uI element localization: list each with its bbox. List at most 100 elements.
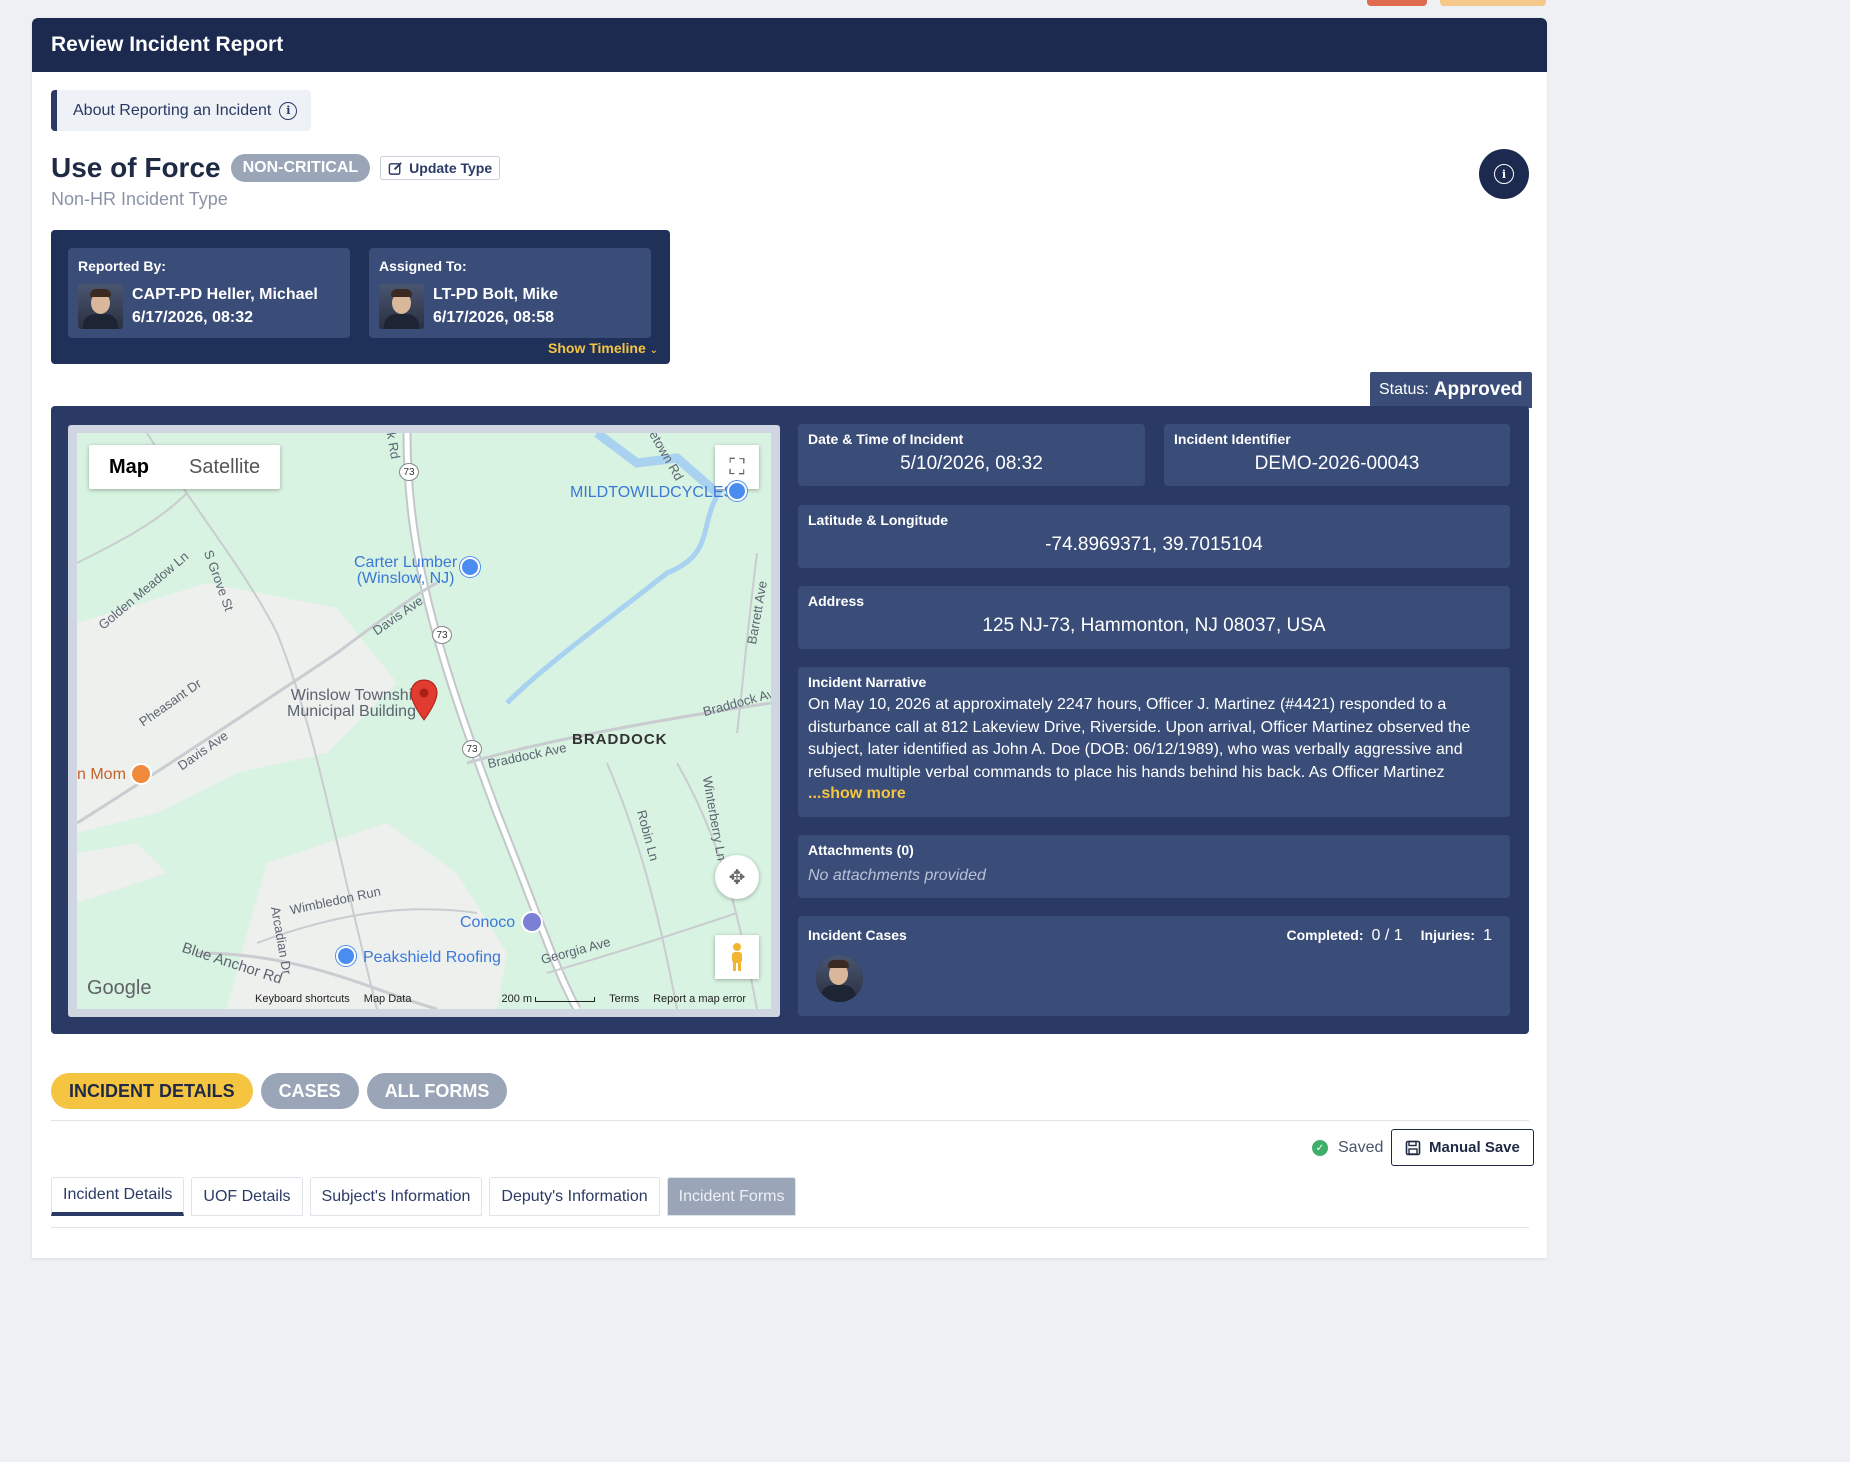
map-scale-label: 200 m [501, 993, 533, 1005]
route-73-shield: 73 [399, 463, 419, 481]
assigned-to-card: Assigned To: LT-PD Bolt, Mike 6/17/2026,… [369, 248, 651, 338]
pill-cases[interactable]: CASES [260, 1073, 359, 1109]
completed-value: 0 / 1 [1371, 927, 1403, 944]
reported-by-card: Reported By: CAPT-PD Heller, Michael 6/1… [68, 248, 350, 338]
latlng-value: -74.8969371, 39.7015104 [1045, 534, 1263, 555]
datetime-value: 5/10/2026, 08:32 [900, 453, 1043, 474]
incident-type: Use of Force [51, 152, 221, 183]
map-label-carter-line2: (Winslow, NJ) [356, 570, 455, 587]
show-more-link[interactable]: ...show more [808, 785, 1500, 803]
top-action-button-red[interactable] [1367, 0, 1427, 6]
route-73-shield: 73 [462, 740, 482, 758]
identifier-value: DEMO-2026-00043 [1254, 453, 1420, 474]
subtabs-underline [51, 1227, 1529, 1228]
card-header: Review Incident Report [32, 18, 1547, 72]
case-stats: Completed: 0 / 1 Injuries: 1 [1286, 927, 1492, 945]
map-label-mildtowild: MILDTOWILDCYCLES [570, 484, 735, 501]
map-type-satellite[interactable]: Satellite [169, 445, 280, 489]
field-incident-cases: Incident Cases Completed: 0 / 1 Injuries… [798, 916, 1510, 1016]
manual-save-button[interactable]: Manual Save [1391, 1129, 1534, 1166]
show-timeline-link[interactable]: Show Timeline ⌄ [548, 340, 658, 356]
field-datetime: Date & Time of Incident 5/10/2026, 08:32 [798, 424, 1145, 486]
manual-save-label: Manual Save [1429, 1139, 1520, 1156]
top-action-button-orange[interactable] [1440, 0, 1546, 6]
narrative-text: On May 10, 2026 at approximately 2247 ho… [808, 696, 1471, 782]
tab-incident-details[interactable]: Incident Details [51, 1177, 185, 1216]
injuries-value: 1 [1483, 927, 1492, 944]
reporter-datetime: 6/17/2026, 08:32 [132, 309, 253, 326]
incident-title-row: Use of Force NON-CRITICAL Update Type [51, 152, 501, 184]
map-label-conoco: Conoco [460, 914, 516, 931]
assignee-avatar [379, 283, 424, 329]
map-type-toggle: Map Satellite [89, 445, 281, 489]
info-icon: i [1494, 164, 1514, 184]
status-value: Approved [1433, 379, 1523, 400]
map-label-winslow-line2: Municipal Building [287, 703, 416, 720]
tab-deputys-information[interactable]: Deputy's Information [489, 1177, 660, 1216]
attachments-empty: No attachments provided [808, 867, 986, 884]
assignee-name: LT-PD Bolt, Mike [433, 286, 559, 303]
status-label: Status: [1379, 381, 1429, 398]
report-map-error-link[interactable]: Report a map error [653, 993, 746, 1005]
pill-incident-details[interactable]: INCIDENT DETAILS [51, 1073, 253, 1109]
gas-station-icon[interactable] [521, 911, 543, 933]
incident-subtype: Non-HR Incident Type [51, 189, 228, 209]
tab-uof-details[interactable]: UOF Details [191, 1177, 303, 1216]
address-label: Address [808, 593, 865, 609]
incident-main-panel: Map Satellite ⛶ ✥ MILDTOWILDCYCLES Carte… [51, 406, 1529, 1034]
status-tab: Status: Approved [1368, 370, 1534, 408]
reported-by-label: Reported By: [78, 258, 166, 274]
assigned-to-label: Assigned To: [379, 258, 467, 274]
top-strip [0, 0, 1568, 18]
info-fab-button[interactable]: i [1479, 149, 1529, 199]
case-avatar[interactable] [816, 955, 863, 1002]
map-type-map[interactable]: Map [89, 445, 169, 489]
saved-indicator: ✓ Saved [1312, 1139, 1383, 1157]
reporter-name: CAPT-PD Heller, Michael [132, 286, 318, 303]
poi-shopping-icon[interactable] [336, 946, 356, 966]
poi-shopping-icon[interactable] [727, 481, 747, 501]
update-type-button[interactable]: Update Type [380, 156, 501, 180]
map-label-winslow: Winslow Townshi Municipal Building [287, 688, 416, 720]
field-identifier: Incident Identifier DEMO-2026-00043 [1164, 424, 1510, 486]
map-scale: 200 m [501, 993, 596, 1005]
datetime-label: Date & Time of Incident [808, 431, 964, 447]
map-label-peakshield: Peakshield Roofing [363, 949, 501, 966]
map-label-braddock: BRADDOCK [572, 731, 668, 748]
route-73-shield: 73 [432, 626, 452, 644]
street-view-pegman-icon[interactable] [715, 935, 759, 979]
reporter-avatar [78, 283, 123, 329]
saved-label: Saved [1338, 1139, 1384, 1156]
map-data-link[interactable]: Map Data [364, 993, 412, 1005]
restaurant-icon[interactable] [130, 763, 152, 785]
map-label-winslow-line1: Winslow Townshi [290, 687, 413, 704]
page-title: Review Incident Report [51, 33, 284, 56]
field-attachments: Attachments (0) No attachments provided [798, 835, 1510, 898]
incident-map[interactable]: Map Satellite ⛶ ✥ MILDTOWILDCYCLES Carte… [77, 433, 771, 1009]
field-latlng: Latitude & Longitude -74.8969371, 39.701… [798, 505, 1510, 568]
detail-subtabs: Incident Details UOF Details Subject's I… [51, 1177, 797, 1216]
people-panel: Reported By: CAPT-PD Heller, Michael 6/1… [51, 230, 670, 364]
poi-shopping-icon[interactable] [460, 557, 480, 577]
field-address: Address 125 NJ-73, Hammonton, NJ 08037, … [798, 586, 1510, 649]
pill-all-forms[interactable]: ALL FORMS [366, 1073, 508, 1109]
tab-subjects-information[interactable]: Subject's Information [309, 1177, 483, 1216]
edit-icon [388, 161, 402, 175]
terms-link[interactable]: Terms [609, 993, 639, 1005]
map-label-carter: Carter Lumber (Winslow, NJ) [354, 555, 457, 587]
info-icon: i [279, 101, 298, 120]
about-reporting-link[interactable]: About Reporting an Incident i [51, 90, 312, 131]
injuries-label: Injuries: [1420, 927, 1476, 943]
chevron-down-icon: ⌄ [649, 345, 659, 356]
scale-bar [535, 996, 596, 1002]
section-divider [51, 1120, 1529, 1121]
about-label: About Reporting an Incident [73, 101, 272, 119]
tab-incident-forms[interactable]: Incident Forms [666, 1177, 797, 1216]
keyboard-shortcuts-link[interactable]: Keyboard shortcuts [255, 993, 350, 1005]
incident-location-pin-icon[interactable] [410, 679, 438, 721]
latlng-label: Latitude & Longitude [808, 512, 948, 528]
identifier-label: Incident Identifier [1174, 431, 1291, 447]
attachments-label: Attachments (0) [808, 842, 914, 858]
map-roads [77, 433, 771, 1009]
pan-control-icon[interactable]: ✥ [715, 855, 759, 899]
